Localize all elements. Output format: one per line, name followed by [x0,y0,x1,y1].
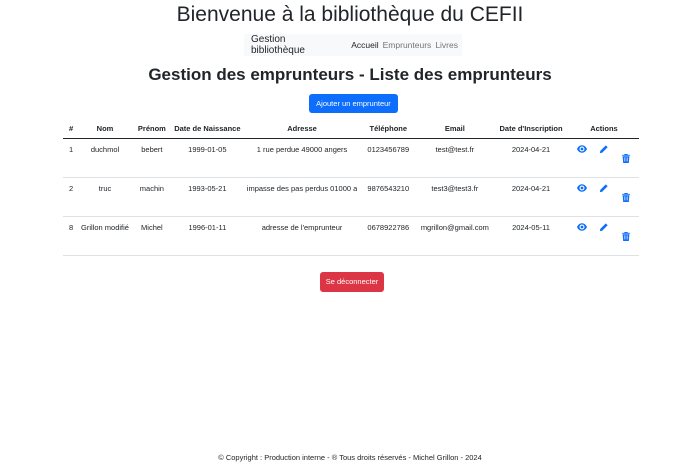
col-header-prenom: Prénom [133,120,171,139]
col-header-nom: Nom [76,120,134,139]
address-text: impasse des pas perdus 01000 a [246,183,358,193]
table-header-row: # Nom Prénom Date de Naissance Adresse T… [63,120,639,139]
cell-naissance: 1996-01-11 [170,216,245,256]
pencil-icon [600,222,609,231]
col-header-email: Email [416,120,494,139]
col-header-inscription: Date d'Inscription [493,120,569,139]
view-button[interactable] [571,144,593,165]
trash-icon [622,231,630,241]
footer-copyright: © Copyright : Production interne - ® Tou… [218,453,482,462]
col-header-id: # [63,120,77,139]
trash-icon [622,153,630,163]
delete-button[interactable] [615,223,637,243]
cell-id: 8 [63,216,77,256]
navbar-brand[interactable]: Gestion bibliothèque [251,34,339,56]
pencil-icon [600,183,609,192]
logout-button[interactable]: Se déconnecter [320,272,384,292]
nav-link-emprunteurs[interactable]: Emprunteurs [383,40,432,50]
view-button[interactable] [571,183,593,204]
cell-telephone: 0678922786 [359,216,417,256]
cell-id: 2 [63,177,77,217]
cell-prenom: machin [133,177,171,217]
cell-adresse: adresse de l'emprunteur [244,216,360,256]
cell-naissance: 1999-01-05 [170,138,245,178]
cell-email: test3@test3.fr [416,177,494,217]
cell-inscription: 2024-04-21 [493,177,569,217]
add-borrower-button[interactable]: Ajouter un emprunteur [309,94,398,113]
cell-id: 1 [63,138,77,178]
delete-button[interactable] [615,184,637,204]
page-title: Gestion des emprunteurs - Liste des empr… [148,65,552,84]
cell-actions [568,138,639,178]
cell-prenom: Michel [133,216,171,256]
cell-naissance: 1993-05-21 [170,177,245,217]
col-header-adresse: Adresse [244,120,360,139]
cell-adresse: 1 rue perdue 49000 angers [244,138,360,178]
table-row: 1 duchmol bebert 1999-01-05 1 rue perdue… [63,138,639,178]
delete-button[interactable] [615,145,637,165]
address-text: adresse de l'emprunteur [261,222,343,232]
nav-link-livres[interactable]: Livres [435,40,458,50]
cell-inscription: 2024-05-11 [493,216,569,256]
eye-icon [576,144,587,153]
address-text: 1 rue perdue 49000 angers [256,144,348,154]
eye-icon [576,222,587,231]
table-row: 8 Grillon modifié Michel 1996-01-11 adre… [63,216,639,256]
nav-link-accueil[interactable]: Accueil [351,40,378,50]
cell-telephone: 0123456789 [359,138,417,178]
cell-email: mgrillon@gmail.com [416,216,494,256]
cell-prenom: bebert [133,138,171,178]
eye-icon [576,183,587,192]
site-title: Bienvenue à la bibliothèque du CEFII [176,3,524,26]
view-button[interactable] [571,222,593,243]
edit-button[interactable] [593,222,615,243]
cell-inscription: 2024-04-21 [493,138,569,178]
cell-nom: Grillon modifié [76,216,134,256]
edit-button[interactable] [593,183,615,204]
cell-actions [568,177,639,217]
borrowers-table: # Nom Prénom Date de Naissance Adresse T… [63,120,639,256]
cell-nom: truc [76,177,134,217]
cell-email: test@test.fr [416,138,494,178]
cell-telephone: 9876543210 [359,177,417,217]
cell-actions [568,216,639,256]
table-row: 2 truc machin 1993-05-21 impasse des pas… [63,177,639,217]
pencil-icon [600,144,609,153]
col-header-actions: Actions [568,120,639,139]
navbar: Gestion bibliothèque Accueil Emprunteurs… [244,34,462,56]
col-header-telephone: Téléphone [359,120,417,139]
cell-nom: duchmol [76,138,134,178]
col-header-naissance: Date de Naissance [170,120,245,139]
cell-adresse: impasse des pas perdus 01000 a [244,177,360,217]
trash-icon [622,192,630,202]
edit-button[interactable] [593,144,615,165]
